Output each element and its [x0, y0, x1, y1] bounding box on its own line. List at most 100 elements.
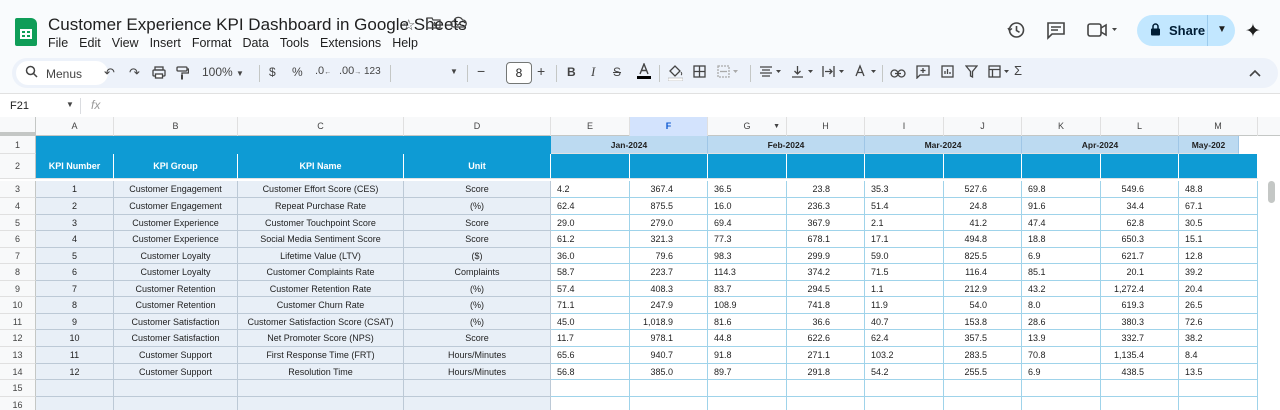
vertical-scrollbar[interactable] — [1268, 181, 1275, 203]
kpi-group-cell[interactable]: Customer Satisfaction — [114, 314, 238, 330]
value-cell[interactable]: 45.0 — [551, 314, 630, 330]
unit-cell[interactable]: Hours/Minutes — [404, 347, 551, 364]
row-header-12[interactable]: 12 — [0, 330, 36, 347]
empty-cell[interactable] — [708, 380, 787, 397]
row-header-9[interactable]: 9 — [0, 281, 36, 297]
history-icon[interactable] — [1006, 20, 1026, 45]
value-cell[interactable]: 11.9 — [865, 297, 944, 314]
row-header-6[interactable]: 6 — [0, 231, 36, 248]
empty-cell[interactable] — [944, 380, 1022, 397]
value-cell[interactable]: 978.1 — [630, 330, 708, 347]
value-cell[interactable]: 36.5 — [708, 181, 787, 198]
kpi-number-cell[interactable]: 11 — [36, 347, 114, 364]
unit-cell[interactable]: Hours/Minutes — [404, 364, 551, 380]
kpi-name-cell[interactable]: Customer Effort Score (CES) — [238, 181, 404, 198]
empty-cell[interactable] — [708, 397, 787, 410]
share-dropdown-icon[interactable]: ▼ — [1217, 24, 1227, 35]
paint-format-icon[interactable] — [176, 66, 190, 83]
kpi-name-cell[interactable]: Repeat Purchase Rate — [238, 198, 404, 215]
comment-icon[interactable] — [1046, 21, 1066, 45]
value-cell[interactable]: 247.9 — [630, 297, 708, 314]
kpi-group-cell[interactable]: Customer Experience — [114, 215, 238, 231]
kpi-number-cell[interactable]: 1 — [36, 181, 114, 198]
value-cell[interactable]: 108.9 — [708, 297, 787, 314]
value-cell[interactable]: 41.2 — [944, 215, 1022, 231]
value-cell[interactable]: 1,272.4 — [1101, 281, 1179, 297]
empty-cell[interactable] — [551, 397, 630, 410]
column-header-b[interactable]: B — [114, 117, 238, 136]
menu-extensions[interactable]: Extensions — [320, 36, 381, 50]
value-cell[interactable]: 332.7 — [1101, 330, 1179, 347]
kpi-number-cell[interactable]: 4 — [36, 231, 114, 248]
value-cell[interactable]: 367.4 — [630, 181, 708, 198]
empty-cell[interactable] — [36, 380, 114, 397]
redo-icon[interactable]: ↷ — [129, 65, 140, 81]
value-cell[interactable]: 62.4 — [865, 330, 944, 347]
value-cell[interactable]: 438.5 — [1101, 364, 1179, 380]
column-header-c[interactable]: C — [238, 117, 404, 136]
empty-cell[interactable] — [404, 380, 551, 397]
menu-tools[interactable]: Tools — [280, 36, 309, 50]
value-cell[interactable]: 619.3 — [1101, 297, 1179, 314]
select-all-corner[interactable] — [0, 117, 36, 136]
folder-move-icon[interactable] — [426, 16, 441, 33]
kpi-number-cell[interactable]: 9 — [36, 314, 114, 330]
column-header-h[interactable]: H — [787, 117, 865, 136]
row-header-8[interactable]: 8 — [0, 264, 36, 281]
kpi-number-cell[interactable]: 2 — [36, 198, 114, 215]
unit-cell[interactable]: (%) — [404, 314, 551, 330]
value-cell[interactable]: 77.3 — [708, 231, 787, 248]
bold-icon[interactable]: B — [567, 65, 576, 79]
column-header-j[interactable]: J — [944, 117, 1022, 136]
value-cell[interactable]: 103.2 — [865, 347, 944, 364]
kpi-group-cell[interactable]: Customer Engagement — [114, 181, 238, 198]
kpi-name-cell[interactable]: Customer Touchpoint Score — [238, 215, 404, 231]
column-menu-icon[interactable]: ▼ — [773, 117, 780, 136]
value-cell[interactable]: 1.1 — [865, 281, 944, 297]
value-cell[interactable]: 30.5 — [1179, 215, 1258, 231]
kpi-number-cell[interactable]: 8 — [36, 297, 114, 314]
value-cell[interactable]: 40.7 — [865, 314, 944, 330]
value-cell[interactable]: 89.7 — [708, 364, 787, 380]
name-box-caret-icon[interactable]: ▼ — [66, 100, 74, 109]
value-cell[interactable]: 13.5 — [1179, 364, 1258, 380]
zoom-select[interactable]: 100% ▼ — [202, 65, 244, 79]
value-cell[interactable]: 621.7 — [1101, 248, 1179, 264]
italic-icon[interactable]: I — [591, 64, 595, 80]
name-box[interactable]: F21 — [10, 100, 29, 112]
value-cell[interactable]: 81.6 — [708, 314, 787, 330]
insert-chart-icon[interactable] — [941, 65, 954, 81]
row-header-15[interactable]: 15 — [0, 380, 36, 397]
insert-comment-icon[interactable] — [916, 65, 930, 82]
value-cell[interactable]: 72.6 — [1179, 314, 1258, 330]
empty-cell[interactable] — [630, 380, 708, 397]
value-cell[interactable]: 83.7 — [708, 281, 787, 297]
value-cell[interactable]: 294.5 — [787, 281, 865, 297]
text-color-icon[interactable] — [637, 62, 651, 83]
value-cell[interactable]: 34.4 — [1101, 198, 1179, 215]
unit-cell[interactable]: Score — [404, 330, 551, 347]
kpi-group-cell[interactable]: Customer Engagement — [114, 198, 238, 215]
spreadsheet-grid[interactable]: A B C D E F G ▼ H I J K L M 1 2 3 4 5 6 7 8 9 10 11 12 13 14 15 16 J… — [0, 117, 1280, 410]
value-cell[interactable]: 44.8 — [708, 330, 787, 347]
value-cell[interactable]: 283.5 — [944, 347, 1022, 364]
font-family-caret-icon[interactable]: ▼ — [450, 67, 458, 76]
value-cell[interactable]: 385.0 — [630, 364, 708, 380]
kpi-name-cell[interactable]: Net Promoter Score (NPS) — [238, 330, 404, 347]
row-header-5[interactable]: 5 — [0, 215, 36, 231]
menu-data[interactable]: Data — [242, 36, 268, 50]
filter-views-icon[interactable] — [988, 65, 1012, 81]
kpi-group-cell[interactable]: Customer Loyalty — [114, 264, 238, 281]
number-format-button[interactable]: 123 — [364, 66, 381, 77]
currency-format-button[interactable]: $ — [269, 65, 276, 79]
empty-cell[interactable] — [114, 397, 238, 410]
menus-search[interactable]: Menus — [16, 61, 108, 85]
kpi-group-cell[interactable]: Customer Retention — [114, 281, 238, 297]
value-cell[interactable]: 70.8 — [1022, 347, 1101, 364]
value-cell[interactable]: 36.0 — [551, 248, 630, 264]
kpi-number-cell[interactable]: 10 — [36, 330, 114, 347]
value-cell[interactable]: 43.2 — [1022, 281, 1101, 297]
value-cell[interactable]: 6.9 — [1022, 364, 1101, 380]
value-cell[interactable]: 271.1 — [787, 347, 865, 364]
column-header-f[interactable]: F — [630, 117, 708, 136]
